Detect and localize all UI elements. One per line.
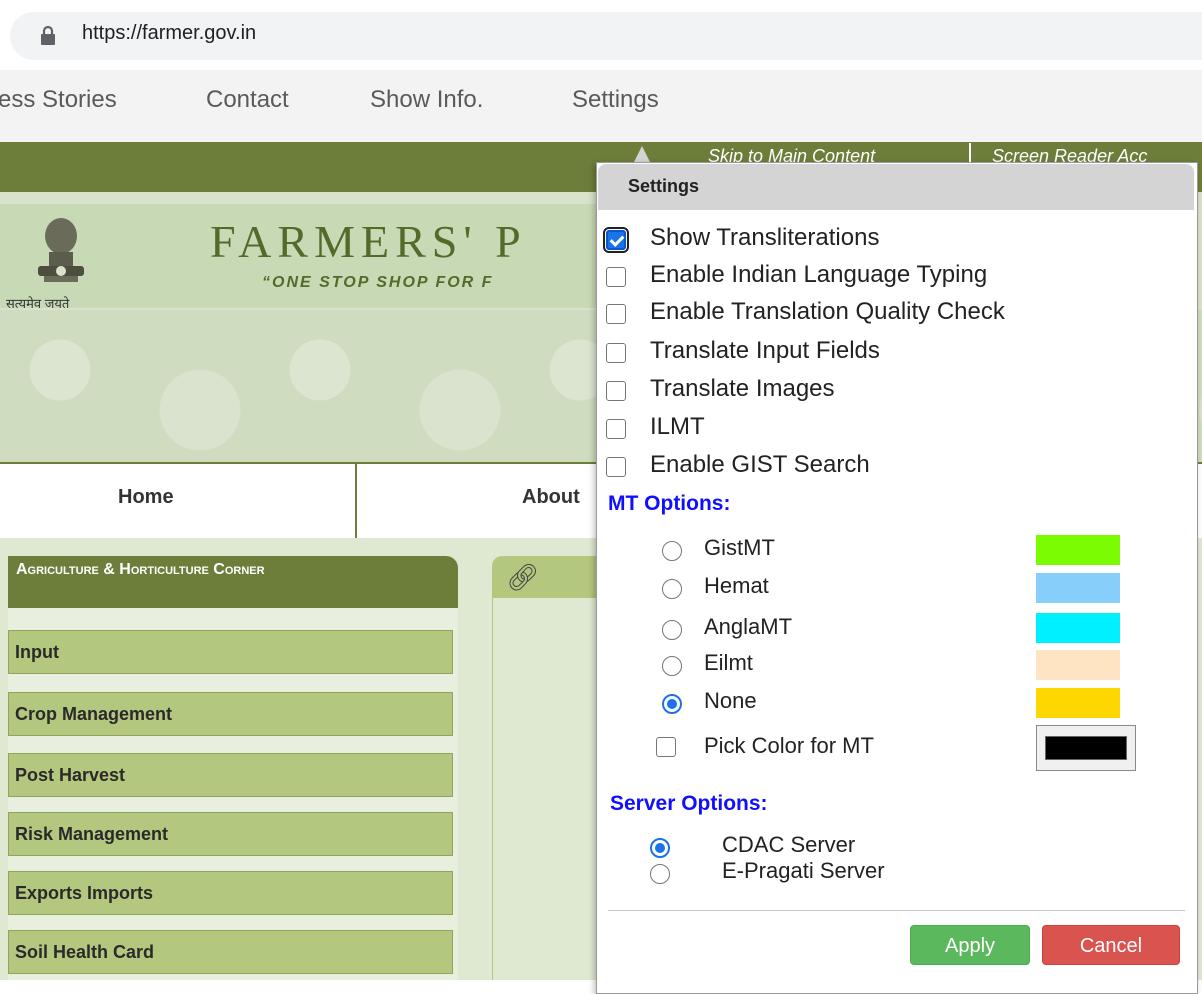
sidebar-item-label: Soil Health Card	[15, 942, 155, 962]
radio-button[interactable]	[662, 656, 682, 676]
option-label: Translate Input Fields	[650, 337, 880, 364]
nav-home[interactable]: Home	[118, 486, 174, 509]
option-label: Translate Images	[650, 375, 835, 402]
menu-show-info[interactable]: Show Info.	[370, 86, 483, 114]
checkbox[interactable]	[606, 381, 626, 401]
sidebar-item-label: Exports Imports	[15, 883, 154, 903]
checkbox[interactable]	[603, 227, 629, 253]
mt-option-label: Hemat	[704, 573, 769, 598]
cancel-button[interactable]: Cancel	[1042, 925, 1180, 965]
radio-button[interactable]	[650, 838, 670, 858]
sidebar-item-crop-management[interactable]: Crop Management	[8, 692, 453, 736]
settings-title: Settings	[628, 176, 700, 196]
sidebar-item-label: Post Harvest	[15, 765, 126, 785]
radio-button[interactable]	[662, 541, 682, 561]
sidebar-item-input[interactable]: Input	[8, 630, 453, 674]
mt-color-swatch	[1036, 650, 1120, 680]
site-tagline: “ONE STOP SHOP FOR F	[262, 274, 494, 291]
mt-color-swatch	[1036, 613, 1120, 643]
apply-button[interactable]: Apply	[910, 925, 1030, 965]
site-brand-title[interactable]: FARMERS' P	[210, 215, 527, 268]
option-label: ILMT	[650, 413, 705, 440]
radio-button[interactable]	[662, 694, 682, 714]
corner-title: Agriculture & Horticulture Corner	[16, 561, 265, 578]
color-picker[interactable]	[1036, 725, 1136, 771]
mt-option-label: Eilmt	[704, 650, 753, 675]
lock-icon	[41, 25, 55, 45]
nav-separator	[355, 464, 357, 538]
menu-contact[interactable]: Contact	[206, 86, 289, 114]
national-emblem-icon	[38, 218, 84, 282]
mt-color-swatch	[1036, 688, 1120, 718]
checkbox[interactable]	[606, 304, 626, 324]
option-label: Show Transliterations	[650, 224, 880, 251]
checkbox[interactable]	[606, 343, 626, 363]
pick-color-label: Pick Color for MT	[704, 733, 874, 758]
option-label: Enable Translation Quality Check	[650, 298, 1005, 325]
sidebar-item-post-harvest[interactable]: Post Harvest	[8, 753, 453, 797]
popup-pointer	[634, 146, 650, 162]
popup-divider	[608, 910, 1185, 911]
radio-button[interactable]	[650, 864, 670, 884]
sidebar-item-label: Crop Management	[15, 704, 173, 724]
mt-option-label: None	[704, 688, 757, 713]
mt-color-swatch	[1036, 573, 1120, 603]
menu-settings[interactable]: Settings	[572, 86, 659, 114]
option-label: Enable GIST Search	[650, 451, 870, 478]
mt-options-heading: MT Options:	[608, 492, 731, 515]
extension-menu-bar: ess Stories Contact Show Info. Settings	[0, 70, 1202, 142]
checkbox[interactable]	[606, 457, 626, 477]
panel-body	[492, 598, 603, 980]
sidebar-item-risk-management[interactable]: Risk Management	[8, 812, 453, 856]
server-options-heading: Server Options:	[610, 792, 768, 815]
option-label: Enable Indian Language Typing	[650, 261, 988, 288]
mt-color-swatch	[1036, 535, 1120, 565]
sidebar-item-exports-imports[interactable]: Exports Imports	[8, 871, 453, 915]
server-option-label: E-Pragati Server	[722, 858, 885, 883]
radio-button[interactable]	[662, 579, 682, 599]
chain-link-icon: 🔗︎	[506, 562, 540, 592]
checkbox[interactable]	[606, 267, 626, 287]
mt-option-label: GistMT	[704, 535, 775, 560]
color-picker-swatch	[1045, 736, 1127, 760]
url-text[interactable]: https://farmer.gov.in	[82, 22, 256, 45]
server-option-label: CDAC Server	[722, 832, 856, 857]
sidebar-item-soil-health-card[interactable]: Soil Health Card	[8, 930, 453, 974]
checkbox[interactable]	[656, 737, 676, 757]
sidebar-item-label: Risk Management	[15, 824, 169, 844]
sidebar-item-label: Input	[15, 642, 59, 662]
browser-address-bar: https://farmer.gov.in	[0, 0, 1202, 70]
radio-button[interactable]	[662, 620, 682, 640]
nav-about[interactable]: About	[522, 486, 580, 509]
menu-success-stories[interactable]: ess Stories	[0, 86, 117, 114]
settings-title-bar: Settings	[598, 164, 1194, 210]
checkbox[interactable]	[606, 419, 626, 439]
mt-option-label: AnglaMT	[704, 614, 793, 639]
